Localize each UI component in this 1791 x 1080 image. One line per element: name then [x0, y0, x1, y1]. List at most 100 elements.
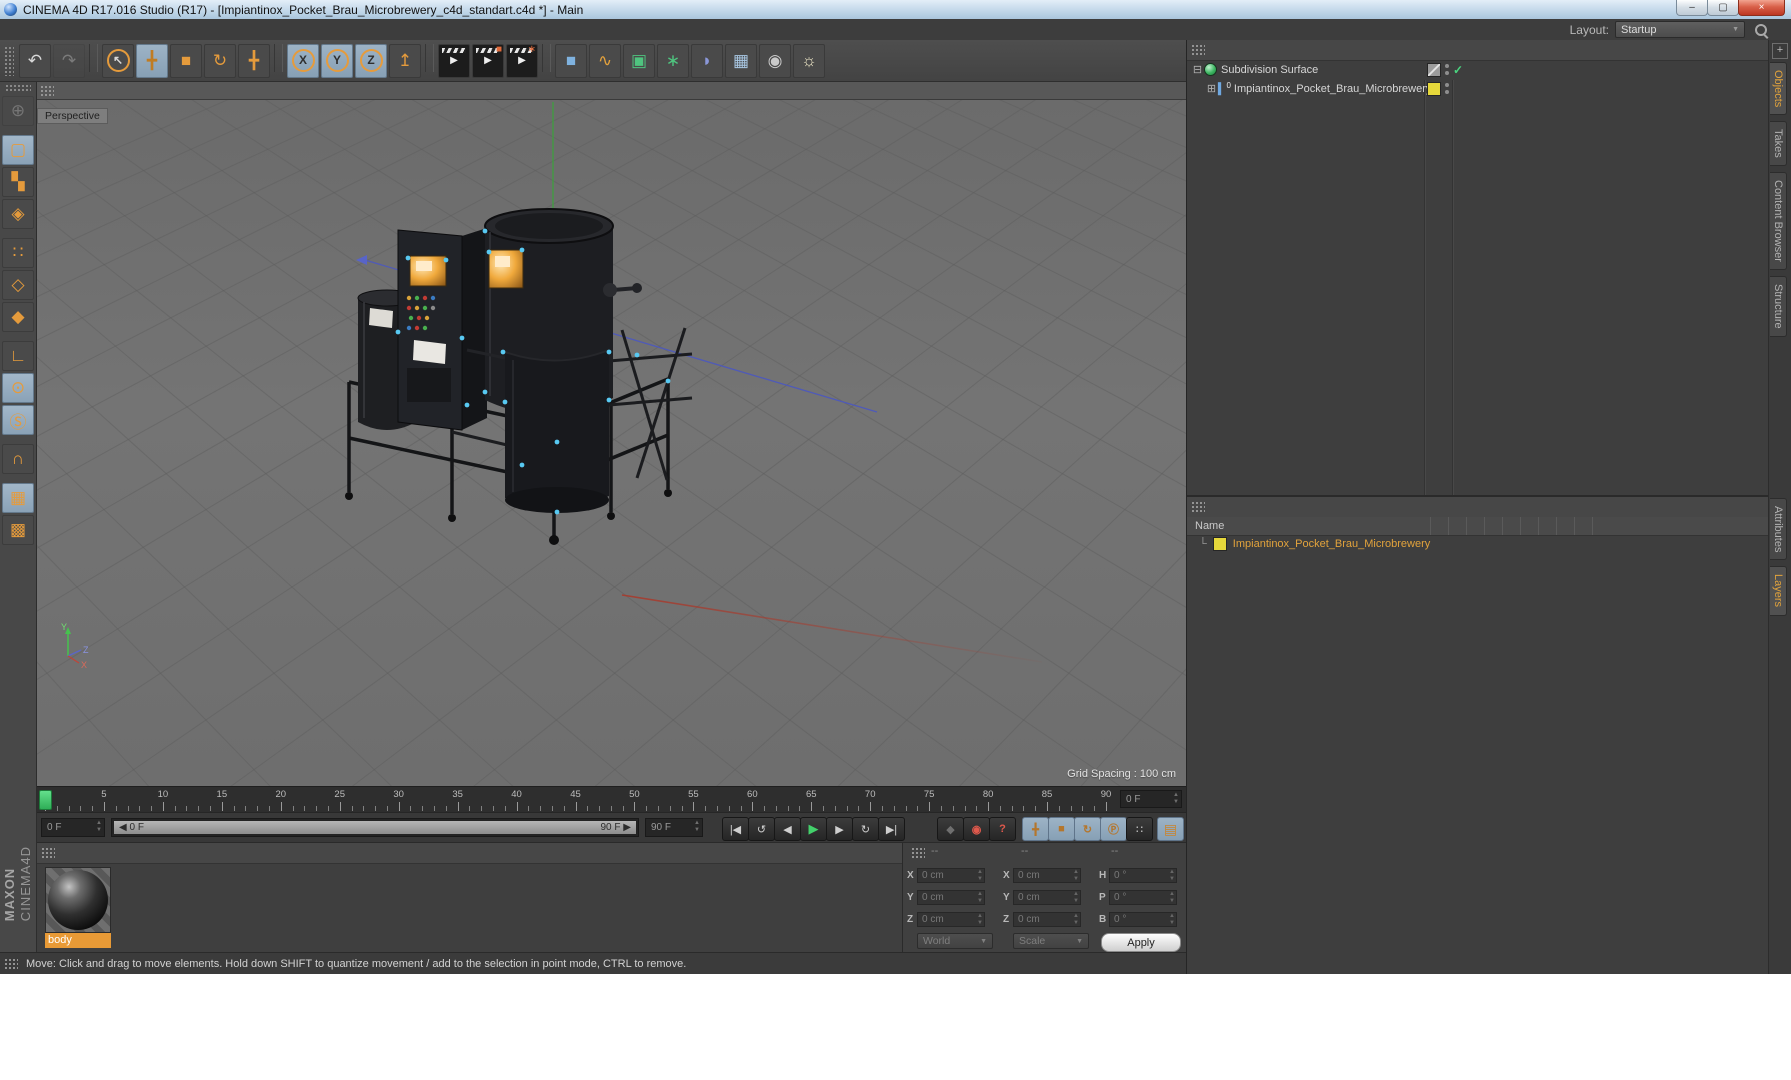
close-button[interactable]: ×	[1738, 0, 1785, 16]
position-x-field[interactable]: 0 cm ▲ ▼	[917, 867, 985, 883]
rotation-h-field[interactable]: 0 ° ▲ ▼	[1109, 867, 1177, 883]
tab-content-browser[interactable]: Content Browser	[1770, 172, 1787, 270]
cloner-button[interactable]: ∗	[657, 43, 689, 78]
layer-manager-grip[interactable]	[1191, 501, 1205, 513]
edges-mode-button[interactable]: ◇	[2, 270, 34, 300]
frame-display-field[interactable]: 0 F ▲ ▼	[1120, 790, 1182, 808]
toolbar-grip[interactable]	[4, 45, 14, 76]
goto-end-button[interactable]: ▶|	[878, 817, 905, 841]
rotation-p-field[interactable]: 0 ° ▲ ▼	[1109, 889, 1177, 905]
last-tool-button[interactable]: ╋	[238, 43, 270, 78]
size-mode-dropdown[interactable]: Scale ▼	[1013, 933, 1089, 949]
next-key-button[interactable]: ↻	[852, 817, 879, 841]
tab-layers[interactable]: Layers	[1770, 566, 1787, 616]
rotate-tool-button[interactable]: ↻	[204, 43, 236, 78]
model-mode-button[interactable]: ▢	[2, 135, 34, 165]
playhead[interactable]	[39, 790, 52, 810]
current-frame-field[interactable]: 0 F ▲ ▼	[41, 818, 105, 837]
camera-button[interactable]: ◉	[759, 43, 791, 78]
record-parameter-toggle[interactable]: Ⓟ	[1100, 817, 1127, 841]
viewport-mouse-button[interactable]: ⊙	[2, 373, 34, 403]
deformer-button[interactable]: ◗	[691, 43, 723, 78]
workplane-mode-button[interactable]: ◈	[2, 199, 34, 229]
polygons-mode-button[interactable]: ◆	[2, 302, 34, 332]
size-y-field[interactable]: 0 cm ▲ ▼	[1013, 889, 1081, 905]
z-axis-lock-button[interactable]: Z	[355, 43, 387, 78]
workplane-cycle-button[interactable]: ▩	[2, 515, 34, 545]
render-picture-viewer-button[interactable]: ▶ ■	[472, 43, 504, 78]
x-axis-lock-button[interactable]: X	[287, 43, 319, 78]
previous-key-button[interactable]: ↺	[748, 817, 775, 841]
next-frame-button[interactable]: ▶	[826, 817, 853, 841]
axis-mode-button[interactable]: ∟	[2, 341, 34, 371]
points-mode-button[interactable]: ∷	[2, 238, 34, 268]
material-name[interactable]: body	[45, 933, 111, 948]
subdivision-surface-button[interactable]: ▣	[623, 43, 655, 78]
material-manager-grip[interactable]	[41, 847, 55, 859]
autokey-button[interactable]: ?	[989, 817, 1016, 841]
viewport-canvas[interactable]: Y Z X	[37, 100, 1186, 786]
render-view-button[interactable]: ▶	[438, 43, 470, 78]
enabled-check-icon[interactable]: ✓	[1453, 63, 1463, 77]
web-globe-button[interactable]: ⊕	[2, 96, 34, 126]
render-settings-button[interactable]: ▶ ∗	[506, 43, 538, 78]
live-selection-button[interactable]: ↖	[102, 43, 134, 78]
move-tool-button[interactable]: ╋	[136, 43, 168, 78]
y-axis-lock-button[interactable]: Y	[321, 43, 353, 78]
record-pla-toggle[interactable]: ∷	[1126, 817, 1153, 841]
layer-color-icon[interactable]	[1212, 537, 1227, 551]
viewport[interactable]: Y Z X Perspective Grid Spacing : 100 cm	[37, 100, 1186, 786]
brewery-model[interactable]	[345, 208, 693, 545]
texture-tag-icon[interactable]	[1427, 81, 1441, 96]
workplane-lock-button[interactable]: ▦	[2, 483, 34, 513]
end-frame-field[interactable]: 90 F ▲ ▼	[645, 818, 703, 837]
tab-objects[interactable]: Objects	[1770, 62, 1787, 116]
apply-button[interactable]: Apply	[1101, 933, 1181, 952]
record-button[interactable]: ◉	[963, 817, 990, 841]
texture-mode-button[interactable]: ▚	[2, 167, 34, 197]
tab-takes[interactable]: Takes	[1770, 121, 1787, 167]
scale-tool-button[interactable]: ■	[170, 43, 202, 78]
tim­eline-film-button[interactable]: ▤	[1157, 817, 1184, 841]
goto-start-button[interactable]: |◀	[722, 817, 749, 841]
redo-button[interactable]: ↷	[53, 43, 85, 78]
viewport-grip[interactable]	[40, 84, 54, 97]
object-row-microbrewery[interactable]: ⊞ ▍0 Impiantinox_Pocket_Brau_Microbrewer…	[1187, 79, 1769, 98]
visibility-dots-icon[interactable]	[1445, 83, 1449, 94]
record-scale-toggle[interactable]: ■	[1048, 817, 1075, 841]
record-position-toggle[interactable]: ╋	[1022, 817, 1049, 841]
visibility-dots-icon[interactable]	[1445, 64, 1449, 75]
keyframe-button[interactable]: ◆	[937, 817, 964, 841]
position-y-field[interactable]: 0 cm ▲ ▼	[917, 889, 985, 905]
material-thumbnail[interactable]	[45, 867, 111, 933]
expand-icon[interactable]: ⊞	[1205, 82, 1218, 95]
size-z-field[interactable]: 0 cm ▲ ▼	[1013, 911, 1081, 927]
object-row-subdivision-surface[interactable]: ⊟ Subdivision Surface ✓	[1187, 60, 1769, 79]
maximize-button[interactable]: ▢	[1707, 0, 1739, 16]
tab-structure[interactable]: Structure	[1770, 275, 1787, 337]
position-z-field[interactable]: 0 cm ▲ ▼	[917, 911, 985, 927]
light-button[interactable]: ☼	[793, 43, 825, 78]
size-x-field[interactable]: 0 cm ▲ ▼	[1013, 867, 1081, 883]
tab-attributes[interactable]: Attributes	[1770, 498, 1787, 561]
snap-toggle-button[interactable]: Ⓢ	[2, 405, 34, 435]
coordinate-system-dropdown[interactable]: World ▼	[917, 933, 993, 949]
record-rotation-toggle[interactable]: ↻	[1074, 817, 1101, 841]
undo-button[interactable]: ↶	[19, 43, 51, 78]
add-cube-button[interactable]: ■	[555, 43, 587, 78]
sidebar-grip[interactable]	[5, 84, 31, 92]
coordinates-grip[interactable]	[911, 847, 925, 859]
spline-pen-button[interactable]: ∿	[589, 43, 621, 78]
floor-button[interactable]: ▦	[725, 43, 757, 78]
add-panel-button[interactable]: +	[1772, 43, 1788, 59]
search-icon[interactable]	[1755, 23, 1767, 36]
previous-frame-button[interactable]: ◀	[774, 817, 801, 841]
layout-dropdown[interactable]: Startup ▼	[1615, 21, 1745, 38]
object-manager-grip[interactable]	[1191, 44, 1205, 56]
magnet-snap-button[interactable]: ∩	[2, 444, 34, 474]
minimize-button[interactable]: –	[1676, 0, 1708, 16]
timeline-ruler[interactable]: 051015202530354045505560657075808590 0 F…	[37, 786, 1186, 812]
display-tag-icon[interactable]	[1427, 62, 1441, 77]
rotation-b-field[interactable]: 0 ° ▲ ▼	[1109, 911, 1177, 927]
layer-row-microbrewery[interactable]: └ Impiantinox_Pocket_Brau_Microbrewery	[1187, 535, 1769, 553]
